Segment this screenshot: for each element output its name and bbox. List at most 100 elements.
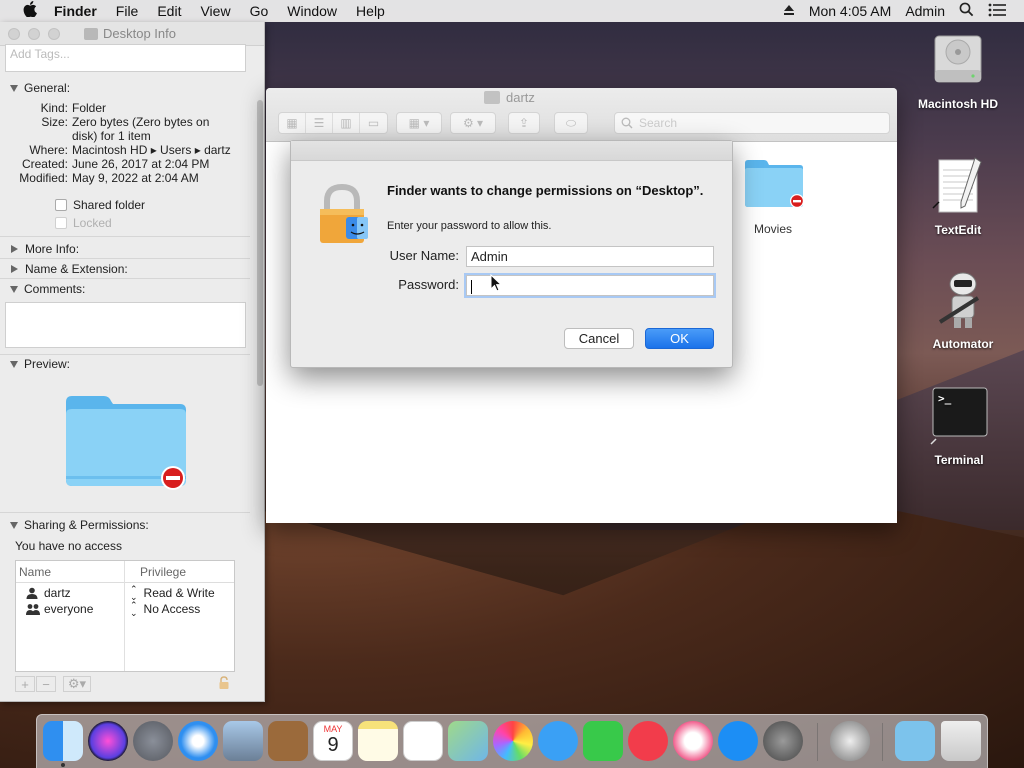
disclosure-down-icon — [10, 285, 18, 293]
menu-user[interactable]: Admin — [905, 3, 945, 19]
more-info-section-toggle[interactable]: More Info: — [10, 242, 79, 256]
menu-view[interactable]: View — [200, 3, 230, 19]
zoom-window-button[interactable] — [48, 28, 60, 40]
dock-maps-icon[interactable] — [448, 721, 488, 761]
preview-section-toggle[interactable]: Preview: — [10, 357, 70, 371]
dock-siri-icon[interactable] — [88, 721, 128, 761]
divider — [0, 512, 250, 513]
tag-icon: ⬭ — [565, 115, 577, 130]
username-field[interactable]: Admin — [466, 246, 714, 267]
dock-photos-icon[interactable] — [493, 721, 533, 761]
up-down-arrows-icon[interactable]: ⌃ ⌄ — [130, 585, 138, 602]
table-row[interactable]: everyone ⌃ ⌄ No Access — [16, 601, 234, 618]
remove-permission-button[interactable]: − — [36, 676, 56, 692]
minimize-window-button[interactable] — [28, 28, 40, 40]
modified-value: May 9, 2022 at 2:04 AM — [72, 171, 199, 185]
row-privilege[interactable]: Read & Write — [144, 586, 215, 600]
add-permission-button[interactable]: + — [15, 676, 35, 692]
dock-messages-icon[interactable] — [538, 721, 578, 761]
finder-search-input[interactable]: Search — [614, 112, 890, 134]
movies-folder-icon[interactable] — [744, 158, 804, 208]
dock-downloads-stack-icon[interactable] — [895, 721, 935, 761]
ok-button[interactable]: OK — [645, 328, 714, 349]
table-row[interactable]: dartz ⌃ ⌄ Read & Write — [16, 585, 234, 602]
desktop-icon-macintosh-hd[interactable]: Macintosh HD — [913, 30, 1003, 111]
info-scrollbar[interactable] — [254, 100, 264, 700]
disclosure-down-icon — [10, 521, 18, 529]
menu-file[interactable]: File — [116, 3, 139, 19]
dock-calendar-icon[interactable]: MAY 9 — [313, 721, 353, 761]
notification-center-icon[interactable] — [988, 3, 1006, 20]
disclosure-down-icon — [10, 360, 18, 368]
terminal-icon: >_ — [930, 387, 988, 445]
privilege-column-header[interactable]: Privilege — [124, 561, 189, 582]
column-view-icon[interactable]: ▥ — [333, 113, 360, 133]
dock-notes-icon[interactable] — [358, 721, 398, 761]
where-value: Macintosh HD ▸ Users ▸ dartz — [72, 143, 231, 157]
dock-reminders-icon[interactable] — [403, 721, 443, 761]
dock-news-icon[interactable] — [628, 721, 668, 761]
eject-icon[interactable] — [783, 3, 795, 19]
dock-itunes-icon[interactable] — [673, 721, 713, 761]
locked-checkbox: Locked — [55, 216, 112, 230]
general-section-toggle[interactable]: General: — [10, 81, 70, 95]
dock-trash-icon[interactable] — [941, 721, 981, 761]
dock-system-preferences-icon[interactable] — [763, 721, 803, 761]
svg-text:>_: >_ — [938, 392, 952, 405]
row-privilege[interactable]: No Access — [144, 602, 201, 616]
disclosure-right-icon — [11, 245, 18, 253]
name-column-header[interactable]: Name — [16, 561, 124, 582]
dock-finder-icon[interactable] — [43, 721, 83, 761]
spotlight-search-icon[interactable] — [959, 2, 974, 20]
shared-folder-checkbox[interactable]: Shared folder — [55, 198, 145, 212]
lock-icon[interactable] — [218, 676, 230, 690]
calendar-month: MAY — [323, 724, 343, 734]
dock-safari-icon[interactable] — [178, 721, 218, 761]
comments-section-toggle[interactable]: Comments: — [10, 282, 85, 296]
dock-automator-icon[interactable] — [830, 721, 870, 761]
action-button[interactable]: ⚙ ▾ — [450, 112, 496, 134]
apple-menu-icon[interactable] — [20, 1, 40, 21]
menu-go[interactable]: Go — [250, 3, 269, 19]
close-window-button[interactable] — [8, 28, 20, 40]
name-extension-section-toggle[interactable]: Name & Extension: — [10, 262, 128, 276]
dock-facetime-icon[interactable] — [583, 721, 623, 761]
desktop-icon-automator[interactable]: Automator — [918, 270, 1008, 351]
group-by-button[interactable]: ▦ ▾ — [396, 112, 442, 134]
password-field[interactable] — [466, 275, 714, 296]
where-key: Where: — [29, 143, 68, 157]
share-button[interactable]: ⇪ — [508, 112, 540, 134]
dock-launchpad-icon[interactable] — [133, 721, 173, 761]
menu-clock[interactable]: Mon 4:05 AM — [809, 3, 892, 19]
gear-icon: ⚙ ▾ — [462, 116, 484, 130]
up-down-arrows-icon[interactable]: ⌃ ⌄ — [130, 601, 138, 618]
list-view-icon[interactable]: ☰ — [306, 113, 333, 133]
edit-tags-button[interactable]: ⬭ — [554, 112, 588, 134]
comments-textarea[interactable] — [5, 302, 246, 348]
tags-input[interactable]: Add Tags... — [5, 44, 246, 72]
dock-contacts-icon[interactable] — [268, 721, 308, 761]
menu-finder[interactable]: Finder — [54, 3, 97, 19]
shared-folder-label: Shared folder — [73, 198, 146, 212]
more-info-label: More Info: — [25, 242, 80, 256]
sharing-permissions-section-toggle[interactable]: Sharing & Permissions: — [10, 518, 149, 532]
user-icon — [26, 587, 38, 599]
dock-mail-icon[interactable] — [223, 721, 263, 761]
gallery-view-icon[interactable]: ▭ — [360, 113, 387, 133]
finder-window-title: dartz — [506, 90, 535, 105]
dock-app-store-icon[interactable] — [718, 721, 758, 761]
general-label: General: — [24, 81, 71, 95]
running-indicator — [61, 763, 65, 767]
desktop-icon-textedit[interactable]: TextEdit — [913, 156, 1003, 237]
menu-window[interactable]: Window — [287, 3, 337, 19]
menu-help[interactable]: Help — [356, 3, 385, 19]
menu-edit[interactable]: Edit — [157, 3, 181, 19]
desktop-icon-terminal[interactable]: >_ Terminal — [914, 386, 1004, 467]
icon-view-icon[interactable]: ▦ — [279, 113, 306, 133]
action-gear-icon[interactable]: ⚙▾ — [63, 676, 91, 692]
info-titlebar[interactable]: Desktop Info — [0, 22, 264, 46]
movies-folder-label[interactable]: Movies — [736, 222, 810, 236]
scrollbar-thumb[interactable] — [257, 100, 263, 386]
kind-key: Kind: — [40, 101, 68, 115]
cancel-button[interactable]: Cancel — [564, 328, 634, 349]
